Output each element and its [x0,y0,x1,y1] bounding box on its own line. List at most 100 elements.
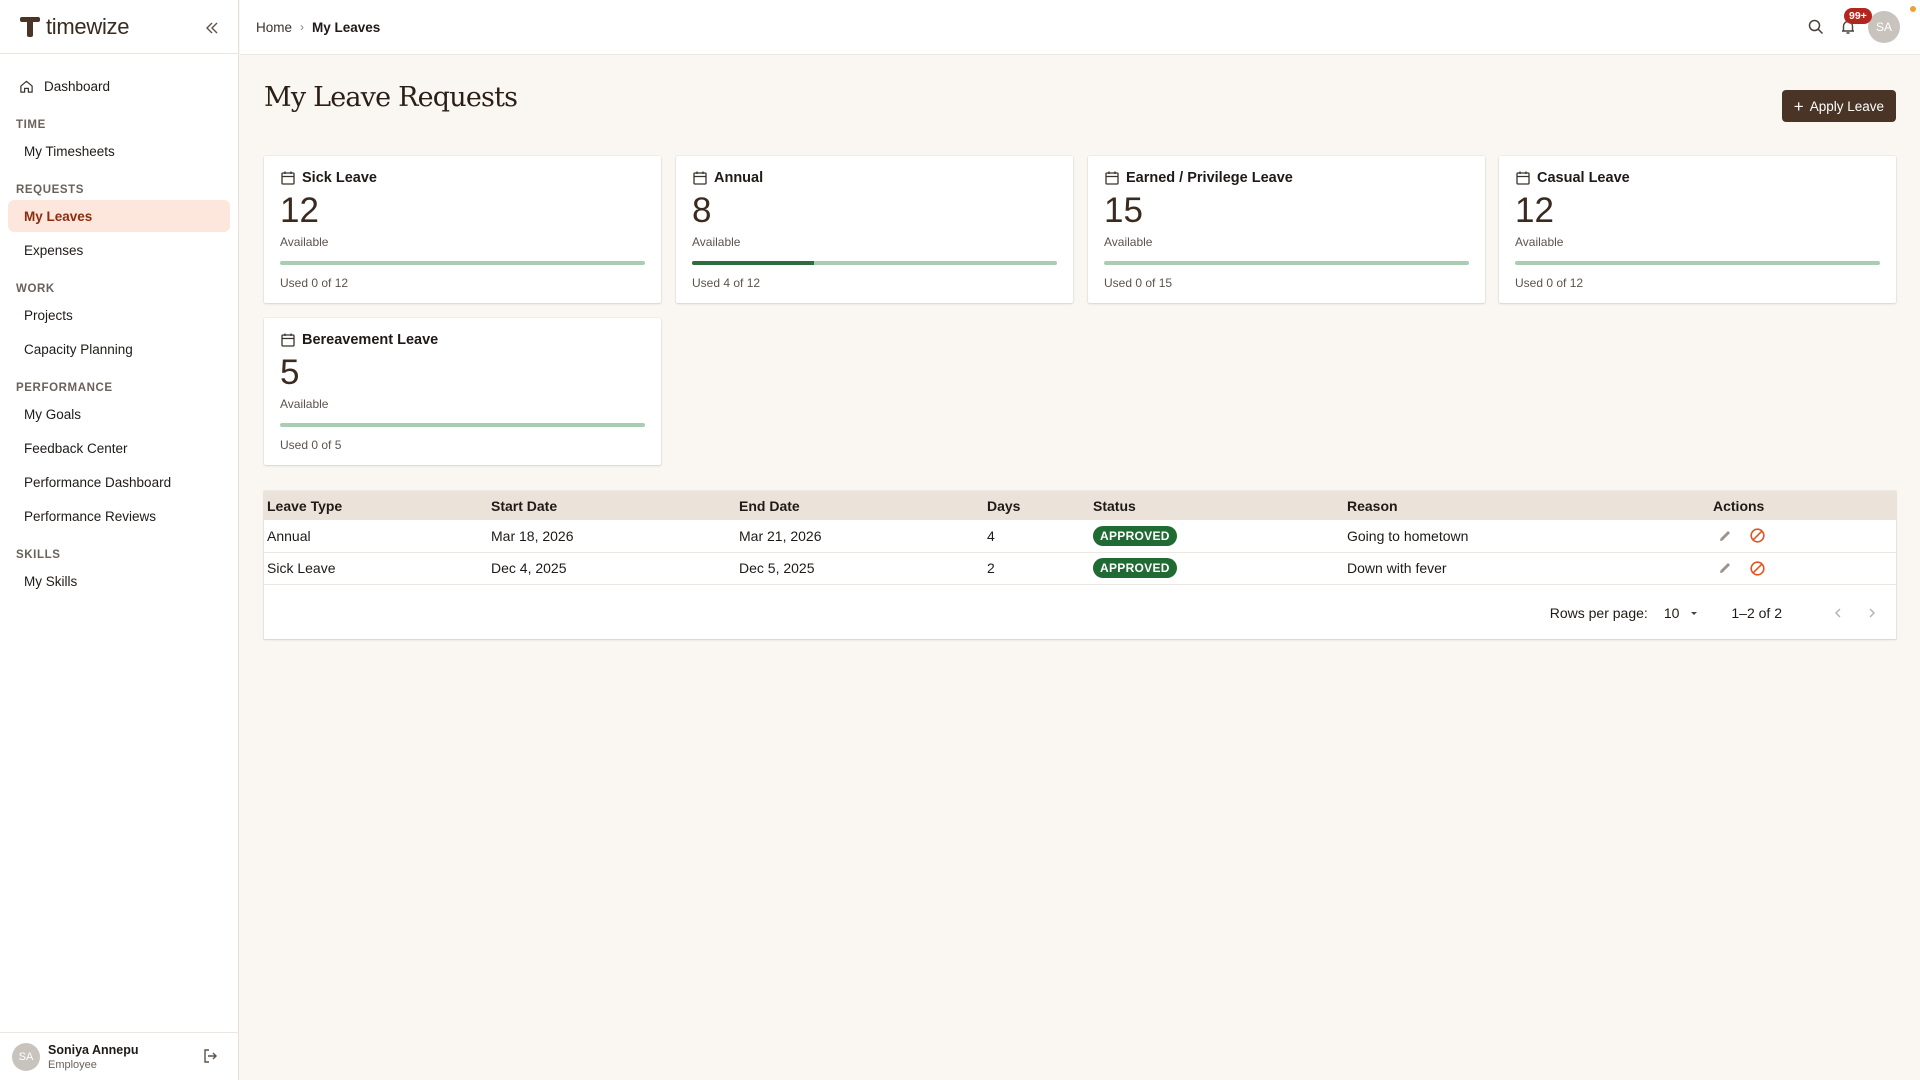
calendar-icon [692,170,708,186]
rows-per-page-label: Rows per page: [1549,604,1648,621]
user-footer: SA Soniya Annepu Employee [0,1032,239,1080]
column-header-end-date[interactable]: End Date [736,491,984,520]
table-pagination: Rows per page: 10 1–2 of 2 [1550,586,1896,639]
leave-requests-table: Leave Type Start Date End Date Days Stat… [264,491,1896,639]
column-header-start-date[interactable]: Start Date [488,491,736,520]
sidebar-item-my-timesheets[interactable]: My Timesheets [8,135,230,167]
sidebar-section-performance: PERFORMANCE [16,382,113,394]
leave-usage-bar [280,260,645,265]
status-badge: APPROVED [1093,525,1177,546]
sidebar-item-my-leaves[interactable]: My Leaves [8,200,230,232]
sidebar-item-feedback-center[interactable]: Feedback Center [8,432,230,464]
pagination-range: 1–2 of 2 [1731,604,1782,621]
column-header-days[interactable]: Days [984,491,1090,520]
cell-days: 4 [987,527,995,544]
leave-card-annual: Annual 8 Available Used 4 of 12 [676,156,1073,303]
sidebar-item-performance-dashboard[interactable]: Performance Dashboard [8,466,230,498]
breadcrumb-home[interactable]: Home [256,20,292,35]
collapse-sidebar-icon[interactable] [200,16,224,40]
leave-card-used: Used 0 of 12 [280,275,349,290]
user-name: Soniya Annepu [48,1042,139,1057]
search-icon[interactable] [1800,11,1832,43]
leave-card-available-count: 12 [280,191,319,230]
sidebar-section-time: TIME [16,119,46,131]
sidebar-item-projects[interactable]: Projects [8,299,230,331]
user-role: Employee [48,1058,97,1071]
cancel-icon[interactable] [1747,558,1767,578]
status-badge: APPROVED [1093,558,1177,578]
apply-leave-label: Apply Leave [1809,98,1884,114]
leave-card-used: Used 0 of 12 [1515,275,1584,290]
leave-card-used: Used 4 of 12 [692,275,761,290]
cell-leave-type: Annual [267,527,311,544]
column-header-status[interactable]: Status [1090,491,1344,520]
sidebar-item-my-skills[interactable]: My Skills [8,565,230,597]
calendar-icon [1515,170,1531,186]
calendar-icon [1104,170,1120,186]
sidebar-item-capacity-planning[interactable]: Capacity Planning [8,333,230,365]
sidebar-item-expenses[interactable]: Expenses [8,234,230,266]
leave-usage-bar [280,422,645,427]
sidebar-nav: Dashboard TIME My Timesheets REQUESTS My… [0,54,238,597]
apply-leave-button[interactable]: + Apply Leave [1781,90,1896,122]
edit-pencil-icon[interactable] [1715,558,1735,578]
sidebar-item-performance-reviews[interactable]: Performance Reviews [8,500,230,532]
sidebar-section-work: WORK [16,283,55,295]
leave-usage-bar [1104,260,1469,265]
leave-card-available-count: 5 [280,353,300,392]
cell-leave-type: Sick Leave [267,560,336,576]
home-icon [19,79,34,94]
leave-card-available-label: Available [692,234,741,249]
avatar[interactable]: SA [12,1042,40,1071]
leave-card-bereavement: Bereavement Leave 5 Available Used 0 of … [264,318,661,465]
leave-card-available-label: Available [1515,234,1564,249]
leave-card-sick: Sick Leave 12 Available Used 0 of 12 [264,156,661,303]
leave-usage-bar [1515,260,1880,265]
leave-card-casual: Casual Leave 12 Available Used 0 of 12 [1499,156,1896,303]
cell-actions [1710,520,1896,552]
sidebar-section-requests: REQUESTS [16,184,85,196]
timewize-logo-icon [20,15,40,39]
logout-icon[interactable] [201,1047,221,1067]
next-page-icon[interactable] [1860,601,1884,625]
calendar-icon [280,170,296,186]
rows-per-page-value: 10 [1663,604,1680,621]
leave-card-title: Earned / Privilege Leave [1126,170,1293,186]
sidebar-item-dashboard[interactable]: Dashboard [8,70,230,102]
notifications-bell-icon[interactable]: 99+ [1832,8,1872,43]
leave-card-used: Used 0 of 15 [1104,275,1173,290]
cell-status: APPROVED [1090,520,1344,552]
leave-card-available-count: 12 [1515,191,1554,230]
avatar[interactable]: SA [1868,11,1900,43]
table-row[interactable]: Sick Leave Dec 4, 2025 Dec 5, 2025 2 APP… [264,552,1896,584]
column-header-actions: Actions [1713,497,1765,514]
cell-status: APPROVED [1090,552,1344,584]
breadcrumb-separator-icon: › [300,20,305,34]
rows-per-page-select[interactable]: 10 [1664,605,1700,621]
leave-card-title: Sick Leave [302,170,377,186]
table-row[interactable]: Annual Mar 18, 2026 Mar 21, 2026 4 APPRO… [264,520,1896,552]
leave-card-available-count: 15 [1104,191,1143,230]
column-header-reason[interactable]: Reason [1344,491,1710,520]
cell-reason: Down with fever [1347,560,1447,576]
column-header-leave-type[interactable]: Leave Type [264,491,488,520]
status-dot [1910,6,1916,12]
cell-days: 2 [987,560,995,576]
leave-card-title: Casual Leave [1537,170,1630,186]
chevron-down-icon [1689,608,1699,618]
edit-pencil-icon[interactable] [1715,526,1735,546]
leave-card-available-count: 8 [692,191,712,230]
leave-usage-bar-fill [692,260,814,265]
brand-name: timewize [46,13,130,39]
cancel-icon[interactable] [1747,526,1767,546]
leave-card-used: Used 0 of 5 [280,437,342,452]
top-bar: Home › My Leaves 99+ SA [240,0,1920,55]
previous-page-icon[interactable] [1826,601,1850,625]
leave-card-available-label: Available [280,234,329,249]
leave-card-title: Annual [714,170,764,186]
cell-actions [1710,552,1896,584]
leave-usage-bar [692,260,1057,265]
plus-icon: + [1793,96,1804,116]
sidebar: timewize Dashboard TIME My Timesheets RE… [0,0,239,1080]
sidebar-item-my-goals[interactable]: My Goals [8,398,230,430]
